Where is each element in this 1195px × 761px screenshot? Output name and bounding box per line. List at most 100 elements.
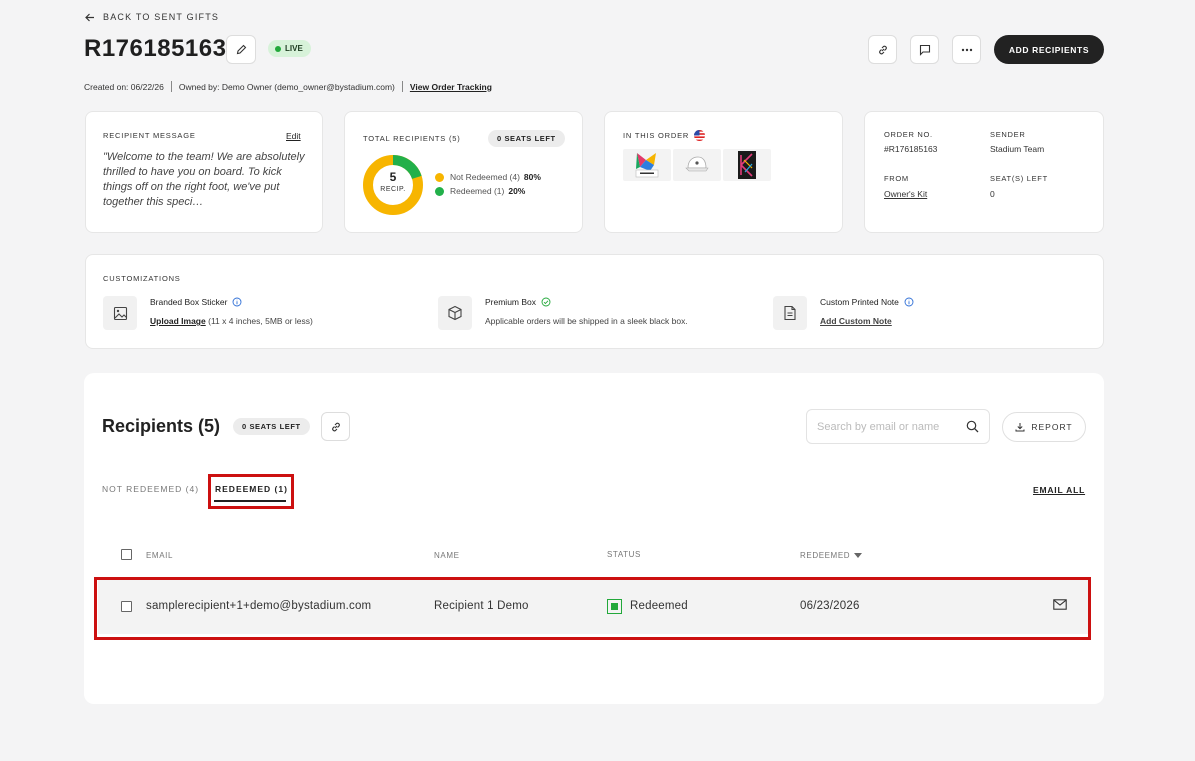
recipients-panel: Recipients (5) 0 SEATS LEFT REPORT NOT R…	[84, 373, 1104, 704]
document-icon	[773, 296, 807, 330]
custom-printed-note-title: Custom Printed Note	[820, 297, 914, 307]
in-this-order-label: IN THIS ORDER	[623, 131, 690, 140]
recipients-copy-link-button[interactable]	[321, 412, 350, 441]
column-redeemed[interactable]: REDEEMED	[800, 551, 863, 560]
legend-dot-yellow-icon	[435, 172, 444, 182]
from-link[interactable]: Owner's Kit	[884, 189, 927, 199]
total-recipients-card: TOTAL RECIPIENTS (5) 0 SEATS LEFT 5 RECI…	[344, 111, 583, 233]
pencil-icon	[236, 44, 246, 55]
donut-unit: RECIP.	[380, 186, 406, 193]
owned-by: Owned by: Demo Owner (demo_owner@bystadi…	[178, 81, 395, 92]
seats-left-value: 0	[990, 189, 995, 199]
edit-message-link[interactable]: Edit	[286, 131, 301, 141]
sort-desc-icon	[854, 553, 863, 558]
image-icon	[103, 296, 137, 330]
order-meta: Created on: 06/22/26 Owned by: Demo Owne…	[84, 81, 492, 92]
report-button[interactable]: REPORT	[1002, 412, 1086, 442]
legend-label: Redeemed (1)	[450, 186, 505, 196]
tab-not-redeemed[interactable]: NOT REDEEMED (4)	[102, 484, 199, 494]
legend-pct: 80%	[523, 172, 541, 182]
branded-box-sticker-sub: Upload Image (11 x 4 inches, 5MB or less…	[150, 316, 313, 326]
page-title: R176185163	[84, 35, 227, 62]
column-status[interactable]: STATUS	[607, 550, 641, 559]
add-custom-note-link[interactable]: Add Custom Note	[820, 316, 892, 326]
view-order-tracking-link[interactable]: View Order Tracking	[410, 82, 492, 92]
premium-box-label: Premium Box	[485, 297, 537, 307]
customizations-label: CUSTOMIZATIONS	[103, 274, 181, 283]
legend-not-redeemed: Not Redeemed (4) 80%	[435, 172, 541, 182]
cap-thumb[interactable]	[673, 149, 721, 181]
recipients-title: Recipients (5)	[102, 416, 221, 436]
donut-count: 5	[389, 170, 397, 184]
premium-box-description: Applicable orders will be shipped in a s…	[485, 316, 688, 326]
column-redeemed-label: REDEEMED	[800, 551, 851, 560]
more-options-button[interactable]	[952, 35, 981, 64]
row-status: Redeemed	[630, 600, 688, 612]
row-name: Recipient 1 Demo	[434, 600, 529, 612]
link-icon	[331, 422, 340, 431]
check-circle-icon	[541, 297, 551, 307]
legend-dot-green-icon	[435, 186, 444, 196]
column-name[interactable]: NAME	[434, 551, 460, 560]
info-icon[interactable]	[232, 297, 242, 307]
in-this-order-card: IN THIS ORDER	[604, 111, 843, 233]
recipients-seats-left-badge: 0 SEATS LEFT	[233, 418, 310, 435]
row-checkbox[interactable]	[121, 601, 132, 612]
legend-pct: 20%	[508, 186, 526, 196]
order-no-value: #R176185163	[884, 144, 938, 154]
info-icon[interactable]	[904, 297, 914, 307]
customizations-card: CUSTOMIZATIONS Branded Box Sticker Uploa…	[85, 254, 1104, 349]
search-input[interactable]	[817, 420, 957, 433]
back-label: BACK TO SENT GIFTS	[103, 12, 220, 22]
comment-button[interactable]	[910, 35, 939, 64]
row-email: samplerecipient+1+demo@bystadium.com	[146, 600, 372, 612]
mail-icon[interactable]	[1053, 599, 1067, 610]
recipient-message-label: RECIPIENT MESSAGE	[103, 131, 196, 140]
upload-image-hint: (11 x 4 inches, 5MB or less)	[208, 316, 313, 326]
sender-value: Stadium Team	[990, 144, 1045, 154]
status-badge-label: LIVE	[285, 44, 303, 53]
arrow-left-icon	[85, 13, 94, 21]
email-all-link[interactable]: EMAIL ALL	[1033, 485, 1085, 495]
divider	[170, 81, 172, 92]
row-redeemed-date: 06/23/2026	[800, 600, 860, 612]
order-no-label: ORDER NO.	[884, 130, 933, 139]
branded-box-sticker-label: Branded Box Sticker	[150, 297, 228, 307]
gift-box-image	[635, 153, 659, 178]
add-recipients-button[interactable]: ADD RECIPIENTS	[994, 35, 1104, 64]
download-icon	[1015, 423, 1025, 432]
total-recipients-label: TOTAL RECIPIENTS (5)	[363, 134, 461, 143]
box-icon	[438, 296, 472, 330]
product-box-thumb[interactable]	[623, 149, 671, 181]
comment-icon	[919, 44, 930, 56]
sender-label: SENDER	[990, 130, 1026, 139]
notebook-thumb[interactable]	[723, 149, 771, 181]
premium-box-title: Premium Box	[485, 297, 551, 307]
live-dot-icon	[275, 45, 281, 52]
from-label: FROM	[884, 174, 909, 183]
tab-redeemed[interactable]: REDEEMED (1)	[215, 484, 288, 494]
custom-printed-note-label: Custom Printed Note	[820, 297, 899, 307]
recipients-donut-chart	[363, 155, 423, 215]
notebook-image	[738, 151, 756, 179]
status-badge: LIVE	[268, 40, 311, 57]
recipient-message-card: RECIPIENT MESSAGE Edit "Welcome to the t…	[85, 111, 323, 233]
us-flag-icon	[694, 130, 705, 141]
column-email[interactable]: EMAIL	[146, 551, 173, 560]
select-all-checkbox[interactable]	[121, 549, 132, 560]
recipient-message-text: "Welcome to the team! We are absolutely …	[103, 151, 305, 208]
legend-label: Not Redeemed (4)	[450, 172, 520, 182]
back-to-sent-gifts-link[interactable]: BACK TO SENT GIFTS	[85, 12, 219, 22]
edit-title-button[interactable]	[226, 35, 256, 64]
active-tab-underline	[214, 500, 286, 502]
search-icon[interactable]	[966, 420, 979, 433]
report-label: REPORT	[1031, 422, 1073, 432]
upload-image-link[interactable]: Upload Image	[150, 316, 206, 326]
copy-link-button[interactable]	[868, 35, 897, 64]
divider	[401, 81, 403, 92]
recipient-search[interactable]	[806, 409, 990, 444]
redeemed-status-icon	[607, 599, 622, 614]
more-horizontal-icon	[961, 48, 972, 51]
seats-left-badge: 0 SEATS LEFT	[488, 130, 565, 147]
created-on: Created on: 06/22/26	[84, 81, 164, 92]
